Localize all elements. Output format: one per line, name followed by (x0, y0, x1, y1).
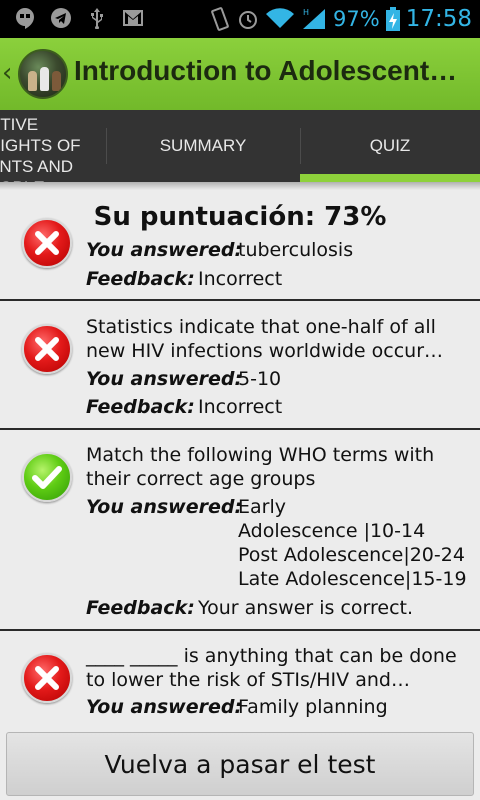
incorrect-icon (22, 324, 72, 374)
tab-selected-indicator (300, 174, 480, 182)
bottom-bar: Vuelva a pasar el test (0, 730, 480, 800)
clock: 17:58 (405, 6, 472, 32)
you-answered-label: You answered: (86, 696, 243, 718)
telegram-icon (50, 7, 72, 29)
tab-summary[interactable]: SUMMARY (106, 110, 300, 182)
question-text: Match the following WHO terms with their… (86, 444, 435, 490)
logo-figure (52, 71, 61, 91)
list-divider (0, 428, 480, 430)
answer-value: Early Adolescence |10-14 Post Adolescenc… (238, 496, 467, 590)
back-chevron-icon[interactable]: ‹ (2, 60, 12, 86)
feedback-value: Incorrect (198, 396, 283, 418)
answer-value: tuberculosis (238, 239, 354, 261)
feedback-value: Incorrect (198, 268, 283, 290)
tab-bar-shadow (0, 182, 480, 190)
question-text: Statistics indicate that one-half of all… (86, 316, 444, 362)
tab-reproductive-rights[interactable]: CTIVE RIGHTS OF ENTS AND EOPLE (0, 110, 106, 182)
status-bar: H 97% 17:58 (0, 0, 480, 38)
tab-label: CTIVE RIGHTS OF ENTS AND EOPLE (0, 115, 81, 182)
logo-figure (40, 67, 49, 91)
tab-quiz[interactable]: QUIZ (300, 110, 480, 182)
tab-label: QUIZ (369, 136, 411, 155)
you-answered-label: You answered: (86, 239, 243, 261)
signal-icon: H (301, 8, 327, 30)
action-bar: ‹ Introduction to Adolescent… (0, 38, 480, 110)
battery-percent: 97% (333, 7, 380, 31)
list-divider (0, 299, 480, 301)
quiz-results-list[interactable]: Su puntuación: 73% You answered: tubercu… (0, 182, 480, 730)
app-logo[interactable] (18, 49, 68, 99)
vibrate-icon (209, 7, 231, 31)
you-answered-label: You answered: (86, 368, 243, 390)
feedback-value: Your answer is correct. (198, 597, 414, 619)
tab-label: SUMMARY (159, 136, 247, 155)
feedback-label: Feedback: (86, 396, 195, 418)
alarm-icon (237, 8, 259, 30)
retake-quiz-button[interactable]: Vuelva a pasar el test (6, 732, 474, 796)
logo-figure (28, 71, 37, 91)
correct-icon (22, 452, 72, 502)
tab-bar: CTIVE RIGHTS OF ENTS AND EOPLE SUMMARY Q… (0, 110, 480, 182)
usb-icon (86, 7, 108, 29)
list-divider (0, 629, 480, 631)
gmail-icon (122, 7, 144, 29)
svg-text:H: H (303, 8, 309, 17)
feedback-label: Feedback: (86, 268, 195, 290)
wifi-icon (265, 8, 295, 30)
answer-value: 5-10 (238, 368, 282, 390)
question-text: ____ _____ is anything that can be done … (86, 645, 457, 691)
page-title: Introduction to Adolescent… (74, 55, 458, 86)
score-heading: Su puntuación: 73% (93, 202, 387, 232)
answer-value: Family planning (238, 696, 388, 718)
hangouts-icon (14, 7, 36, 29)
you-answered-label: You answered: (86, 496, 243, 518)
feedback-label: Feedback: (86, 597, 195, 619)
incorrect-icon (22, 653, 72, 703)
battery-charging-icon (385, 7, 400, 31)
